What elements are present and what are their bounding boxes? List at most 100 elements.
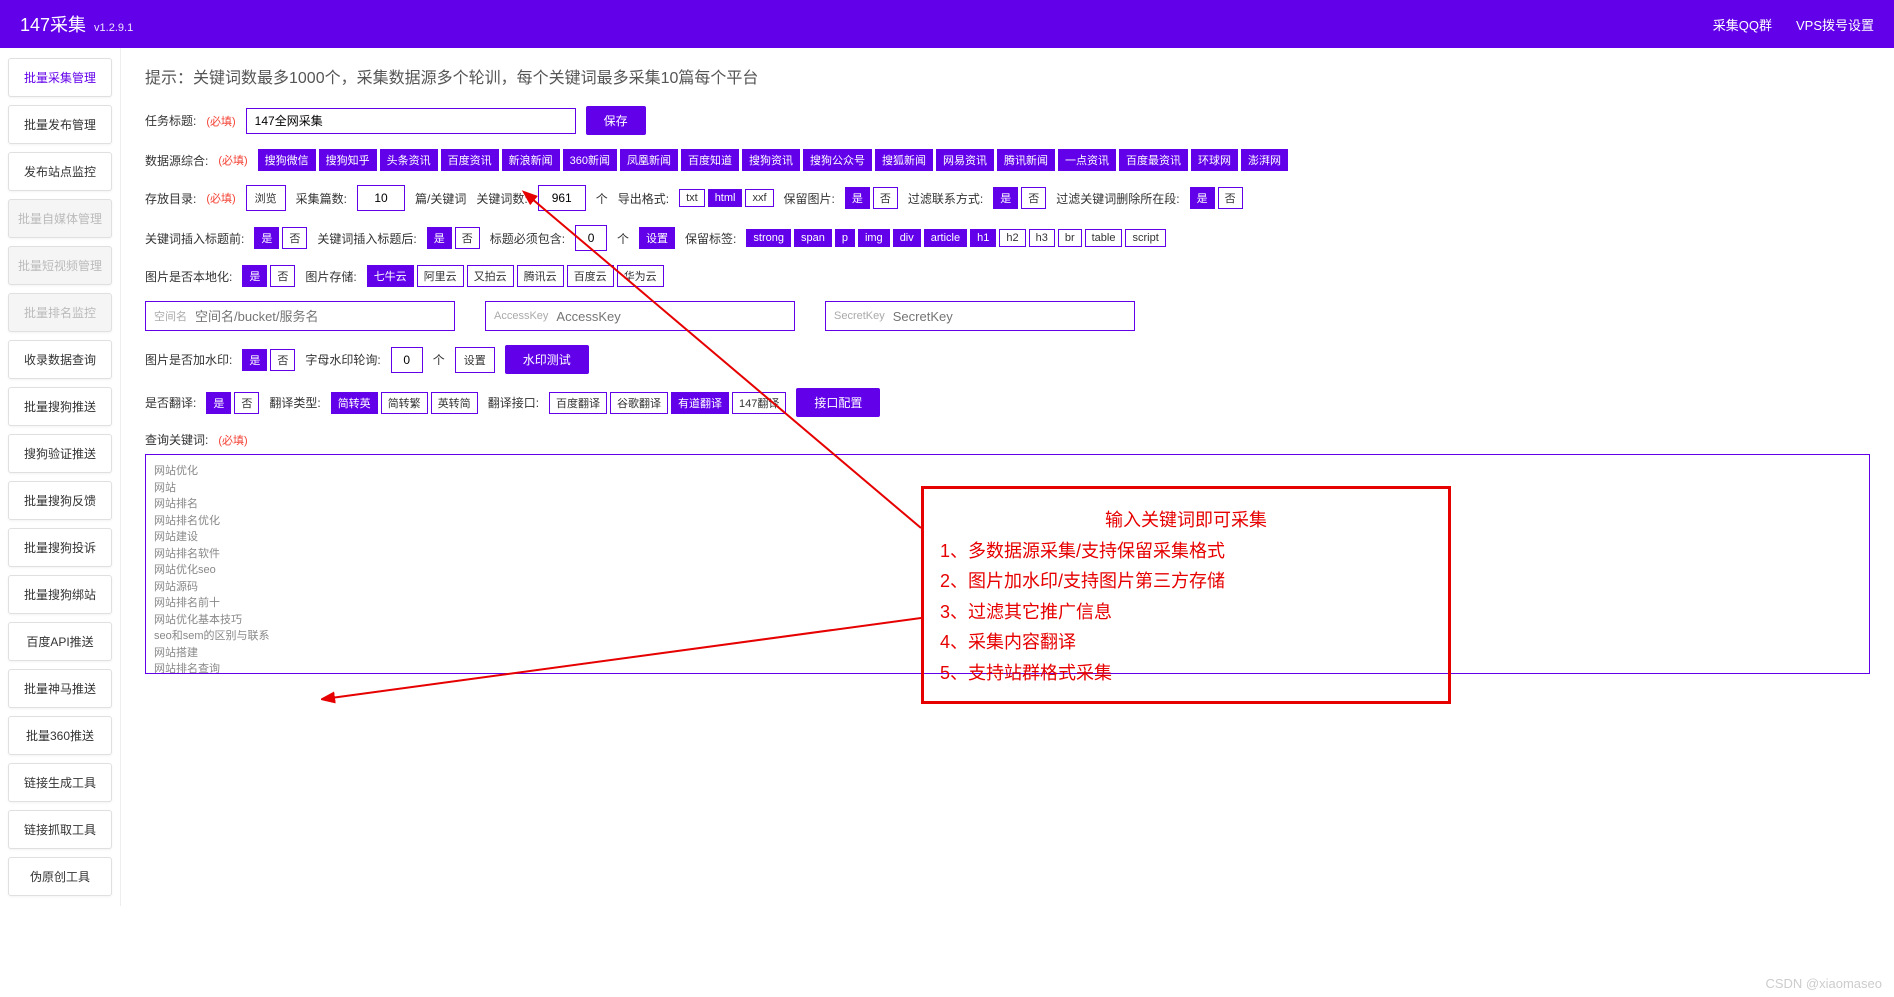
- source-tag-14[interactable]: 百度最资讯: [1119, 149, 1188, 171]
- sidebar-item-8[interactable]: 搜狗验证推送: [8, 434, 112, 473]
- source-tag-3[interactable]: 百度资讯: [441, 149, 499, 171]
- sidebar-item-12[interactable]: 百度API推送: [8, 622, 112, 661]
- save-button[interactable]: 保存: [586, 106, 646, 135]
- header-link-qq[interactable]: 采集QQ群: [1713, 15, 1772, 34]
- source-tag-11[interactable]: 网易资讯: [936, 149, 994, 171]
- sidebar-item-9[interactable]: 批量搜狗反馈: [8, 481, 112, 520]
- ak-input[interactable]: [556, 309, 786, 324]
- count-input[interactable]: [357, 185, 405, 211]
- keeptag-9[interactable]: br: [1058, 229, 1082, 247]
- sk-field[interactable]: SecretKey: [825, 301, 1135, 331]
- keeptag-1[interactable]: span: [794, 229, 832, 247]
- insert-before-yes[interactable]: 是: [254, 227, 279, 249]
- keepimg-yes[interactable]: 是: [845, 187, 870, 209]
- keeptag-5[interactable]: article: [924, 229, 967, 247]
- source-tag-5[interactable]: 360新闻: [563, 149, 617, 171]
- kw-req: (必填): [218, 432, 247, 448]
- keeptag-10[interactable]: table: [1085, 229, 1123, 247]
- trans-yes[interactable]: 是: [206, 392, 231, 414]
- sidebar-item-2[interactable]: 发布站点监控: [8, 152, 112, 191]
- wm-test-button[interactable]: 水印测试: [505, 345, 589, 374]
- transapi-tag-0[interactable]: 百度翻译: [549, 392, 607, 414]
- trans-no[interactable]: 否: [234, 392, 259, 414]
- transtype-tag-2[interactable]: 英转简: [431, 392, 478, 414]
- source-tag-6[interactable]: 凤凰新闻: [620, 149, 678, 171]
- filter-contact-yes[interactable]: 是: [993, 187, 1018, 209]
- keeptag-4[interactable]: div: [893, 229, 921, 247]
- imgstore-tag-4[interactable]: 百度云: [567, 265, 614, 287]
- trans-config-button[interactable]: 接口配置: [796, 388, 880, 417]
- keeptag-3[interactable]: img: [858, 229, 890, 247]
- sidebar-item-11[interactable]: 批量搜狗绑站: [8, 575, 112, 614]
- must-set-button[interactable]: 设置: [639, 227, 675, 249]
- keeptag-11[interactable]: script: [1125, 229, 1165, 247]
- sidebar-item-7[interactable]: 批量搜狗推送: [8, 387, 112, 426]
- source-tag-9[interactable]: 搜狗公众号: [803, 149, 872, 171]
- filter-contact-no[interactable]: 否: [1021, 187, 1046, 209]
- source-tag-13[interactable]: 一点资讯: [1058, 149, 1116, 171]
- sidebar-item-0[interactable]: 批量采集管理: [8, 58, 112, 97]
- sidebar-item-10[interactable]: 批量搜狗投诉: [8, 528, 112, 567]
- keeptag-7[interactable]: h2: [999, 229, 1025, 247]
- fmt-tag-1[interactable]: html: [708, 189, 743, 207]
- task-title-input[interactable]: [246, 108, 576, 134]
- source-tag-15[interactable]: 环球网: [1191, 149, 1238, 171]
- insert-after-yes[interactable]: 是: [427, 227, 452, 249]
- imgstore-tag-0[interactable]: 七牛云: [367, 265, 414, 287]
- wm-yes[interactable]: 是: [242, 349, 267, 371]
- insert-after-no[interactable]: 否: [455, 227, 480, 249]
- must-input[interactable]: [575, 225, 607, 251]
- sidebar-item-15[interactable]: 链接生成工具: [8, 763, 112, 802]
- header-link-vps[interactable]: VPS拨号设置: [1796, 15, 1874, 34]
- transapi-tag-2[interactable]: 有道翻译: [671, 392, 729, 414]
- insert-before-no[interactable]: 否: [282, 227, 307, 249]
- sidebar-item-14[interactable]: 批量360推送: [8, 716, 112, 755]
- wmseq-set-button[interactable]: 设置: [455, 347, 495, 373]
- source-tag-2[interactable]: 头条资讯: [380, 149, 438, 171]
- sidebar-item-17[interactable]: 伪原创工具: [8, 857, 112, 896]
- filter-kw-no[interactable]: 否: [1218, 187, 1243, 209]
- transapi-tag-1[interactable]: 谷歌翻译: [610, 392, 668, 414]
- sidebar-item-13[interactable]: 批量神马推送: [8, 669, 112, 708]
- imgstore-tag-5[interactable]: 华为云: [617, 265, 664, 287]
- page-watermark: CSDN @xiaomaseo: [1765, 976, 1882, 991]
- transapi-tag-3[interactable]: 147翻译: [732, 392, 786, 414]
- ak-field[interactable]: AccessKey: [485, 301, 795, 331]
- sidebar-item-6[interactable]: 收录数据查询: [8, 340, 112, 379]
- sidebar-item-1[interactable]: 批量发布管理: [8, 105, 112, 144]
- imglocal-yes[interactable]: 是: [242, 265, 267, 287]
- source-tag-0[interactable]: 搜狗微信: [258, 149, 316, 171]
- filter-kw-yes[interactable]: 是: [1190, 187, 1215, 209]
- wmseq-input[interactable]: [391, 347, 423, 373]
- source-tag-7[interactable]: 百度知道: [681, 149, 739, 171]
- source-tag-4[interactable]: 新浪新闻: [502, 149, 560, 171]
- keepimg-no[interactable]: 否: [873, 187, 898, 209]
- source-tag-10[interactable]: 搜狐新闻: [875, 149, 933, 171]
- sk-input[interactable]: [893, 309, 1126, 324]
- fmt-tag-2[interactable]: xxf: [745, 189, 773, 207]
- sidebar-item-16[interactable]: 链接抓取工具: [8, 810, 112, 849]
- transtype-tag-0[interactable]: 简转英: [331, 392, 378, 414]
- imglocal-label: 图片是否本地化:: [145, 268, 232, 285]
- wm-no[interactable]: 否: [270, 349, 295, 371]
- imgstore-tag-2[interactable]: 又拍云: [467, 265, 514, 287]
- imgstore-tag-3[interactable]: 腾讯云: [517, 265, 564, 287]
- keeptag-8[interactable]: h3: [1029, 229, 1055, 247]
- space-field[interactable]: 空间名: [145, 301, 455, 331]
- source-tag-1[interactable]: 搜狗知乎: [319, 149, 377, 171]
- fmt-tag-0[interactable]: txt: [679, 189, 705, 207]
- keeptag-0[interactable]: strong: [746, 229, 791, 247]
- browse-button[interactable]: 浏览: [246, 185, 286, 211]
- wmseq-unit: 个: [433, 351, 445, 368]
- kwcount-input[interactable]: [538, 185, 586, 211]
- source-tag-12[interactable]: 腾讯新闻: [997, 149, 1055, 171]
- space-input[interactable]: [195, 309, 446, 324]
- source-tag-16[interactable]: 澎湃网: [1241, 149, 1288, 171]
- source-tag-8[interactable]: 搜狗资讯: [742, 149, 800, 171]
- transtype-tag-1[interactable]: 简转繁: [381, 392, 428, 414]
- imgstore-tag-1[interactable]: 阿里云: [417, 265, 464, 287]
- keeptag-6[interactable]: h1: [970, 229, 996, 247]
- keeptag-2[interactable]: p: [835, 229, 855, 247]
- keywords-textarea[interactable]: [145, 454, 1870, 674]
- imglocal-no[interactable]: 否: [270, 265, 295, 287]
